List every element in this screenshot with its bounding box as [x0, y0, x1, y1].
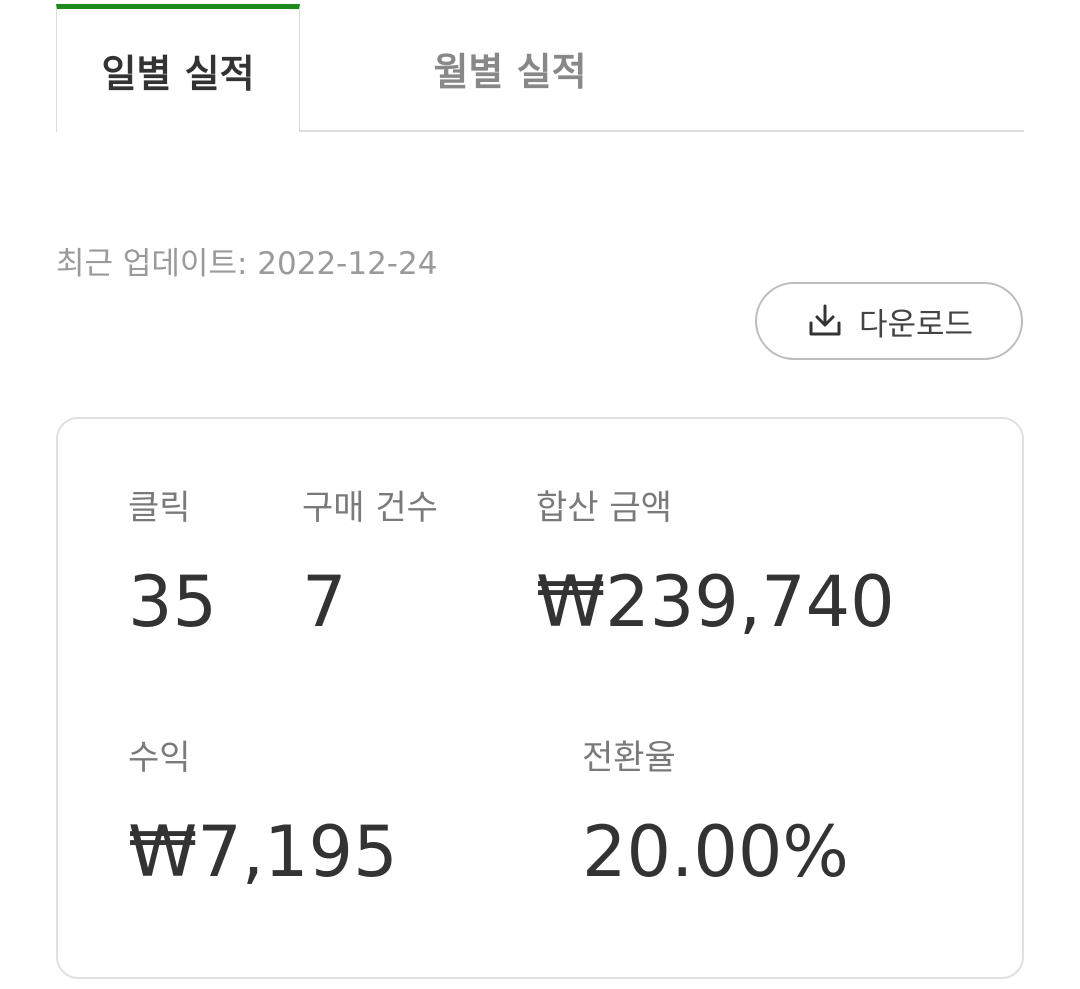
performance-summary-card: 클릭 35 구매 건수 7 합산 금액 ₩239,740 수익 ₩7,195 전…	[56, 417, 1024, 979]
clicks-label: 클릭	[128, 488, 191, 528]
revenue-stat: 수익 ₩7,195	[128, 741, 398, 887]
clicks-value: 35	[128, 561, 218, 643]
conversion-stat: 전환율 20.00%	[582, 741, 849, 887]
revenue-label: 수익	[128, 738, 191, 778]
purchases-label: 구매 건수	[302, 488, 438, 528]
last-update-text: 최근 업데이트: 2022-12-24	[56, 246, 438, 282]
revenue-value: ₩7,195	[128, 811, 398, 893]
total-amount-value: ₩239,740	[536, 561, 895, 643]
tab-daily-performance[interactable]: 일별 실적	[56, 4, 300, 132]
clicks-stat: 클릭 35	[128, 491, 217, 637]
conversion-label: 전환율	[582, 738, 676, 778]
tab-monthly-performance[interactable]: 월별 실적	[300, 4, 720, 132]
conversion-value: 20.00%	[582, 811, 849, 893]
total-amount-label: 합산 금액	[536, 488, 672, 528]
download-button[interactable]: 다운로드	[755, 282, 1023, 360]
download-icon	[809, 304, 841, 336]
total-amount-stat: 합산 금액 ₩239,740	[536, 491, 895, 637]
tab-bar: 일별 실적 월별 실적	[56, 4, 1024, 132]
purchases-value: 7	[302, 561, 347, 643]
purchases-stat: 구매 건수 7	[302, 491, 438, 637]
download-label: 다운로드	[858, 306, 974, 343]
